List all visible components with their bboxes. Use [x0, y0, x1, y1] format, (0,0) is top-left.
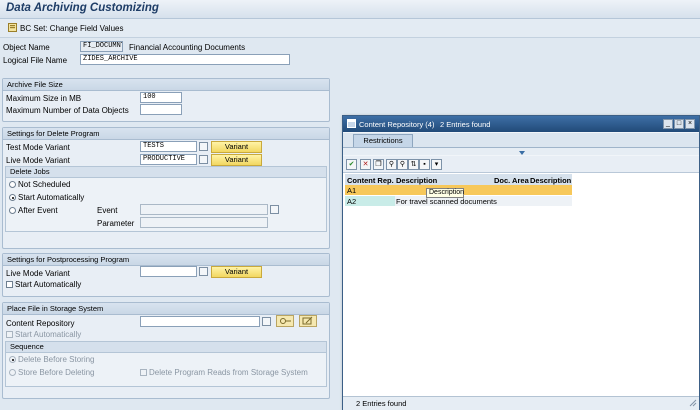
content-repository-label: Content Repository — [6, 319, 75, 328]
max-objects-label: Maximum Number of Data Objects — [6, 106, 129, 115]
resize-grip-icon[interactable] — [689, 399, 697, 407]
filter-icon[interactable]: ▾ — [431, 159, 442, 170]
storage-start-automatically-label: Start Automatically — [15, 330, 82, 339]
reads-from-storage-label: Delete Program Reads from Storage System — [149, 368, 308, 377]
page-title: Data Archiving Customizing — [6, 2, 159, 14]
row-2-desc: For travel scanned documents — [396, 197, 497, 206]
find-icon[interactable]: ⚲ — [386, 159, 397, 170]
store-before-deleting-label: Store Before Deleting — [18, 368, 95, 377]
bcset-change-button[interactable]: BC Set: Change Field Values — [20, 24, 123, 33]
max-objects-input[interactable] — [140, 104, 182, 115]
content-repository-input[interactable] — [140, 316, 260, 327]
minimize-icon[interactable]: _ — [663, 119, 673, 129]
object-name-label: Object Name — [3, 43, 50, 52]
delete-before-storing-label: Delete Before Storing — [18, 355, 95, 364]
delete-before-storing-radio[interactable] — [9, 356, 16, 363]
post-variant-button[interactable]: Variant — [211, 266, 262, 278]
not-scheduled-radio[interactable] — [9, 181, 16, 188]
close-icon[interactable]: × — [685, 119, 695, 129]
storage-start-automatically-checkbox[interactable] — [6, 331, 13, 338]
find-next-icon[interactable]: ⚲ — [397, 159, 408, 170]
result-list-area — [343, 173, 699, 401]
popup-status-text: 2 Entries found — [356, 399, 407, 408]
object-name-description: Financial Accounting Documents — [129, 43, 246, 52]
test-mode-variant-button[interactable]: Variant — [211, 141, 262, 153]
popup-window-icon — [347, 119, 356, 128]
maximize-icon[interactable]: □ — [674, 119, 684, 129]
popup-title: Content Repository (4) — [359, 120, 435, 129]
start-automatically-radio[interactable] — [9, 194, 16, 201]
storage-title: Place File in Storage System — [3, 303, 329, 315]
start-automatically-label: Start Automatically — [18, 193, 85, 202]
test-mode-label: Test Mode Variant — [6, 143, 70, 152]
col-description-2[interactable]: Description — [530, 176, 571, 185]
after-event-label: After Event — [18, 206, 58, 215]
event-input[interactable] — [140, 204, 268, 215]
live-mode-label: Live Mode Variant — [6, 156, 70, 165]
post-start-automatically-label: Start Automatically — [15, 280, 82, 289]
store-before-deleting-radio[interactable] — [9, 369, 16, 376]
max-size-label: Maximum Size in MB — [6, 94, 82, 103]
row-2-rep: A2 — [347, 197, 357, 206]
content-repository-popup: Content Repository (4) 2 Entries found _… — [342, 115, 700, 410]
post-live-mode-input[interactable] — [140, 266, 197, 277]
test-mode-input[interactable]: TESTS — [140, 141, 197, 152]
col-description[interactable]: Description — [396, 176, 437, 185]
max-size-input[interactable]: 100 — [140, 92, 182, 103]
post-start-automatically-checkbox[interactable] — [6, 281, 13, 288]
object-name-field: FI_DOCUMNT — [80, 41, 123, 52]
live-mode-input[interactable]: PRODUCTIVE — [140, 154, 197, 165]
post-live-mode-search-help-icon[interactable] — [199, 267, 208, 276]
reads-from-storage-checkbox[interactable] — [140, 369, 147, 376]
event-label: Event — [97, 206, 118, 215]
sequence-group: Sequence — [5, 341, 327, 387]
options-icon[interactable]: ▪ — [419, 159, 430, 170]
archive-file-size-title: Archive File Size — [3, 79, 329, 91]
live-mode-variant-button[interactable]: Variant — [211, 154, 262, 166]
check-icon[interactable]: ✔ — [346, 159, 357, 170]
post-live-mode-label: Live Mode Variant — [6, 269, 70, 278]
sort-icon[interactable]: ⇅ — [408, 159, 419, 170]
after-event-radio[interactable] — [9, 207, 16, 214]
logical-file-label: Logical File Name — [3, 56, 68, 65]
repository-display-icon[interactable] — [276, 315, 294, 327]
delete-program-title: Settings for Delete Program — [3, 128, 329, 140]
test-mode-search-help-icon[interactable] — [199, 142, 208, 151]
tab-restrictions[interactable]: Restrictions — [353, 134, 413, 147]
bcset-icon[interactable] — [8, 23, 17, 32]
delete-jobs-title: Delete Jobs — [6, 167, 326, 178]
expand-arrow-icon[interactable] — [519, 149, 525, 155]
cancel-icon[interactable]: ✕ — [360, 159, 371, 170]
postprocessing-title: Settings for Postprocessing Program — [3, 254, 329, 266]
sequence-title: Sequence — [6, 342, 326, 353]
parameter-label: Parameter — [97, 219, 135, 228]
col-content-rep[interactable]: Content Rep. — [347, 176, 394, 185]
not-scheduled-label: Not Scheduled — [18, 180, 71, 189]
live-mode-search-help-icon[interactable] — [199, 155, 208, 164]
col-doc-area[interactable]: Doc. Area — [494, 176, 529, 185]
column-tooltip: Description — [426, 188, 464, 198]
popup-entries-count: 2 Entries found — [440, 120, 491, 129]
copy-icon[interactable]: ❐ — [373, 159, 384, 170]
parameter-input[interactable] — [140, 217, 268, 228]
repository-change-icon[interactable] — [299, 315, 317, 327]
content-repository-search-help-icon[interactable] — [262, 317, 271, 326]
event-search-help-icon[interactable] — [270, 205, 279, 214]
row-1-rep: A1 — [347, 186, 357, 195]
logical-file-input[interactable]: ZIDES_ARCHIVE — [80, 54, 290, 65]
